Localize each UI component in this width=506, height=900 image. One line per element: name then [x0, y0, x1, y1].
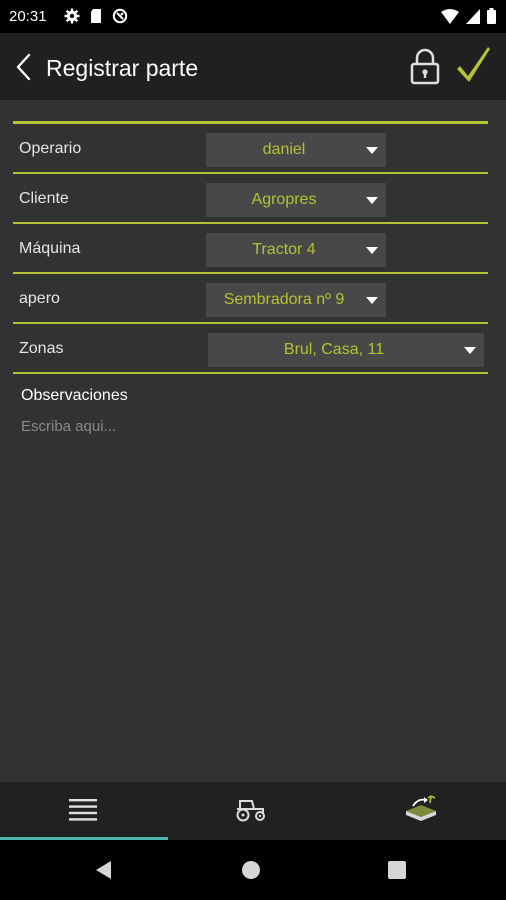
sd-card-icon	[91, 9, 101, 23]
status-bar: 20:31	[0, 0, 506, 33]
check-icon	[457, 47, 490, 82]
status-time: 20:31	[9, 8, 47, 25]
form: Operario daniel Cliente Agropres Máquina…	[13, 121, 488, 374]
page-title: Registrar parte	[46, 55, 199, 81]
system-back-button[interactable]	[92, 858, 116, 882]
chevron-left-icon	[16, 53, 31, 81]
list-icon	[69, 799, 97, 821]
apero-dropdown[interactable]: Sembradora nº 9	[206, 283, 386, 317]
caret-down-icon	[366, 297, 378, 304]
bottom-tab-bar	[0, 782, 506, 840]
status-right-icons	[441, 8, 496, 24]
tab-machines[interactable]	[169, 782, 337, 840]
gear-icon	[64, 8, 80, 24]
back-button[interactable]	[14, 53, 34, 81]
cliente-label: Cliente	[19, 190, 69, 207]
tab-zones[interactable]	[338, 782, 506, 840]
home-circle-icon	[242, 861, 260, 879]
observations-label: Observaciones	[21, 387, 128, 404]
cliente-dropdown[interactable]: Agropres	[206, 183, 386, 217]
operario-value: daniel	[262, 141, 306, 158]
maquina-value: Tractor 4	[252, 241, 316, 258]
form-row-apero: apero Sembradora nº 9	[13, 274, 488, 324]
lock-button[interactable]	[409, 47, 441, 85]
caret-down-icon	[366, 247, 378, 254]
recents-square-icon	[388, 861, 406, 879]
operario-dropdown[interactable]: daniel	[206, 133, 386, 167]
lock-icon	[410, 48, 440, 85]
vpn-icon	[112, 8, 128, 24]
apero-value: Sembradora nº 9	[223, 291, 345, 308]
form-row-zonas: Zonas Brul, Casa, 11	[13, 324, 488, 374]
form-row-maquina: Máquina Tractor 4	[13, 224, 488, 274]
field-zone-icon	[406, 795, 436, 821]
form-row-operario: Operario daniel	[13, 124, 488, 174]
system-home-button[interactable]	[239, 858, 263, 882]
caret-down-icon	[366, 197, 378, 204]
apero-label: apero	[19, 290, 60, 307]
battery-icon	[487, 8, 496, 24]
cliente-value: Agropres	[251, 191, 317, 208]
maquina-label: Máquina	[19, 240, 81, 257]
tractor-icon	[236, 800, 265, 822]
caret-down-icon	[464, 347, 476, 354]
zonas-dropdown[interactable]: Brul, Casa, 11	[208, 333, 484, 367]
confirm-button[interactable]	[455, 45, 491, 85]
signal-icon	[466, 8, 480, 24]
back-triangle-icon	[96, 861, 111, 879]
form-row-cliente: Cliente Agropres	[13, 174, 488, 224]
status-left-icons	[64, 8, 128, 24]
tab-list[interactable]	[0, 782, 168, 840]
system-nav-bar	[0, 840, 506, 900]
caret-down-icon	[366, 147, 378, 154]
app-bar: Registrar parte	[0, 33, 506, 100]
operario-label: Operario	[19, 140, 82, 157]
wifi-icon	[441, 8, 459, 24]
zonas-value: Brul, Casa, 11	[283, 341, 385, 358]
zonas-label: Zonas	[19, 340, 64, 357]
maquina-dropdown[interactable]: Tractor 4	[206, 233, 386, 267]
system-recents-button[interactable]	[385, 858, 409, 882]
observations-input[interactable]	[19, 413, 483, 439]
